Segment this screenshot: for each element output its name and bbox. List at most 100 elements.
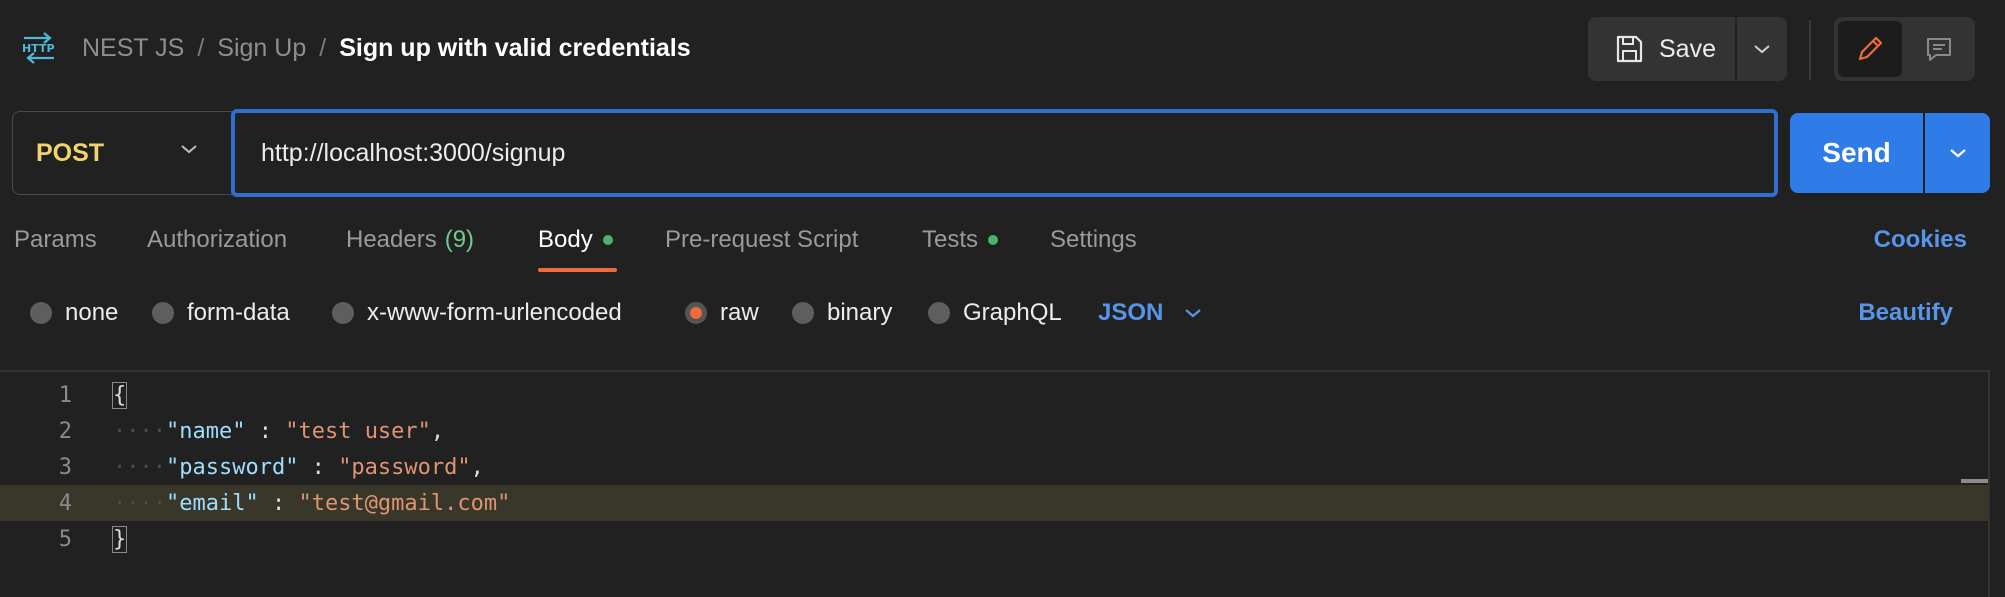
tab-label: Body xyxy=(538,226,593,253)
radio-label: x-www-form-urlencoded xyxy=(367,299,622,326)
request-tabs: Params Authorization Headers (9) Body Pr… xyxy=(0,222,2005,282)
save-icon xyxy=(1616,35,1643,63)
json-colon: : xyxy=(298,454,339,480)
request-header: HTTP NEST JS / Sign Up / Sign up with va… xyxy=(0,0,2005,100)
line-number: 5 xyxy=(58,526,72,552)
chevron-down-icon xyxy=(1949,149,1966,158)
tab-params[interactable]: Params xyxy=(14,226,97,254)
tab-authorization[interactable]: Authorization xyxy=(147,226,287,254)
line-number: 4 xyxy=(58,490,72,516)
language-label: JSON xyxy=(1098,299,1164,326)
method-select[interactable]: POST xyxy=(12,111,232,195)
code-content: { xyxy=(111,381,128,409)
radio-label: form-data xyxy=(187,299,290,326)
send-button[interactable]: Send xyxy=(1790,113,1923,193)
json-value: "test@gmail.com" xyxy=(298,490,511,516)
language-select[interactable]: JSON xyxy=(1098,296,1203,330)
json-value: "test user" xyxy=(285,418,431,444)
indent-guide: ···· xyxy=(113,418,166,444)
indent-guide: ···· xyxy=(113,490,166,516)
indent-guide: ···· xyxy=(113,454,166,480)
breadcrumb-folder[interactable]: Sign Up xyxy=(217,34,306,63)
tab-label: Params xyxy=(14,226,97,253)
tab-settings[interactable]: Settings xyxy=(1050,226,1137,254)
code-content: ····"name" : "test user", xyxy=(113,419,444,444)
code-line: 5 } xyxy=(0,521,1988,557)
save-button[interactable]: Save xyxy=(1588,17,1735,81)
edit-mode-button[interactable] xyxy=(1838,21,1902,77)
http-icon: HTTP xyxy=(22,32,55,64)
radio-label: GraphQL xyxy=(963,299,1062,326)
radio-label: none xyxy=(65,299,119,326)
open-brace: { xyxy=(111,381,128,409)
request-title[interactable]: Sign up with valid credentials xyxy=(339,34,690,63)
cookies-link[interactable]: Cookies xyxy=(1874,226,1967,254)
comment-icon xyxy=(1927,38,1951,61)
json-colon: : xyxy=(258,490,299,516)
code-line: 3 ····"password" : "password", xyxy=(0,449,1988,485)
line-number: 2 xyxy=(58,418,72,444)
breadcrumb-collection[interactable]: NEST JS xyxy=(82,34,184,63)
scrollbar-marker[interactable] xyxy=(1961,479,1988,483)
radio-indicator xyxy=(332,302,354,324)
radio-binary[interactable]: binary xyxy=(792,296,892,330)
code-editor[interactable]: 1 { 2 ····"name" : "test user", 3 ····"p… xyxy=(0,370,1990,597)
json-key: "name" xyxy=(165,418,246,444)
tab-label: Headers xyxy=(346,226,437,253)
code-line: 2 ····"name" : "test user", xyxy=(0,413,1988,449)
tab-headers[interactable]: Headers (9) xyxy=(346,226,474,254)
headers-count: (9) xyxy=(444,226,475,253)
tab-pre-request-script[interactable]: Pre-request Script xyxy=(665,226,858,254)
body-indicator-dot xyxy=(602,235,613,245)
json-comma: , xyxy=(430,418,445,444)
comments-button[interactable] xyxy=(1908,21,1970,77)
json-value: "password" xyxy=(338,454,471,480)
save-label: Save xyxy=(1659,34,1716,63)
json-key: "email" xyxy=(165,490,259,516)
breadcrumb-separator: / xyxy=(319,34,327,62)
active-tab-underline xyxy=(538,268,617,272)
breadcrumb-separator: / xyxy=(197,34,205,62)
radio-label: raw xyxy=(720,299,759,326)
radio-none[interactable]: none xyxy=(30,296,118,330)
radio-indicator xyxy=(30,302,52,324)
radio-label: binary xyxy=(827,299,893,326)
radio-indicator xyxy=(792,302,814,324)
method-label: POST xyxy=(36,138,105,167)
beautify-button[interactable]: Beautify xyxy=(1858,299,1953,327)
tab-body[interactable]: Body xyxy=(538,226,613,254)
radio-raw[interactable]: raw xyxy=(685,296,759,330)
code-content: ····"email" : "test@gmail.com" xyxy=(113,491,510,516)
pencil-icon xyxy=(1858,36,1883,61)
save-options-button[interactable] xyxy=(1737,17,1787,81)
radio-indicator xyxy=(152,302,174,324)
breadcrumb: NEST JS / Sign Up / Sign up with valid c… xyxy=(82,34,691,63)
tab-label: Authorization xyxy=(147,226,288,253)
radio-x-www-form-urlencoded[interactable]: x-www-form-urlencoded xyxy=(332,296,622,330)
svg-text:HTTP: HTTP xyxy=(22,42,55,55)
json-key: "password" xyxy=(165,454,299,480)
radio-form-data[interactable]: form-data xyxy=(152,296,290,330)
radio-graphql[interactable]: GraphQL xyxy=(928,296,1062,330)
tests-indicator-dot xyxy=(988,235,999,245)
body-type-options: none form-data x-www-form-urlencoded raw… xyxy=(0,296,2005,332)
code-content: } xyxy=(111,525,128,553)
code-line: 1 { xyxy=(0,377,1988,413)
radio-indicator xyxy=(928,302,950,324)
send-options-button[interactable] xyxy=(1925,113,1990,193)
tab-label: Settings xyxy=(1050,226,1137,253)
chevron-down-icon xyxy=(1185,309,1202,318)
send-label: Send xyxy=(1822,137,1891,168)
tab-label: Pre-request Script xyxy=(665,226,859,253)
json-comma: , xyxy=(470,454,484,480)
chevron-down-icon xyxy=(1754,45,1770,54)
code-content: ····"password" : "password", xyxy=(113,455,484,480)
chevron-down-icon xyxy=(181,145,197,154)
tab-tests[interactable]: Tests xyxy=(922,226,999,254)
radio-indicator-checked xyxy=(685,302,707,324)
line-number: 1 xyxy=(58,382,72,408)
view-mode-toggle xyxy=(1834,17,1975,81)
close-brace: } xyxy=(111,525,128,553)
json-colon: : xyxy=(245,418,286,444)
url-input[interactable]: http://localhost:3000/signup xyxy=(231,109,1778,197)
